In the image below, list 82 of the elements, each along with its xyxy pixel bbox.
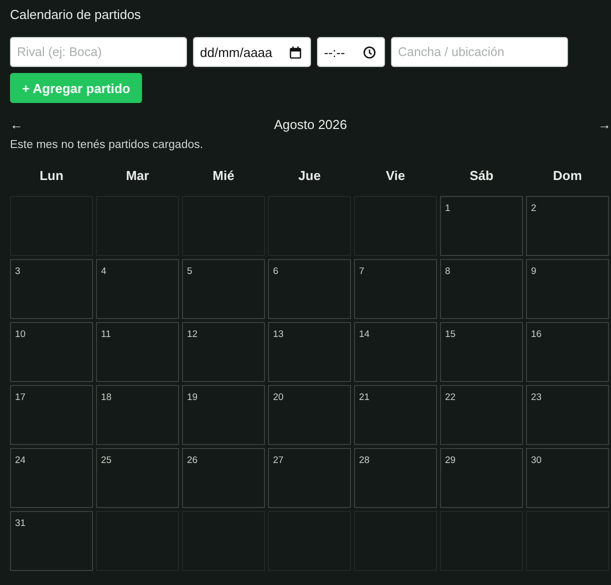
day-cell[interactable]: 9 xyxy=(526,259,609,319)
weekday-header: Jue xyxy=(297,167,322,185)
date-field[interactable]: dd/mm/aaaa xyxy=(193,37,311,67)
day-cell[interactable]: 12 xyxy=(182,322,265,382)
day-number: 27 xyxy=(273,455,284,466)
day-number: 21 xyxy=(359,392,370,403)
day-number: 20 xyxy=(273,392,284,403)
day-number: 10 xyxy=(15,329,26,340)
weekday-header: Dom xyxy=(552,167,583,185)
date-placeholder: dd/mm/aaaa xyxy=(200,44,274,60)
day-cell[interactable]: 13 xyxy=(268,322,351,382)
day-cell[interactable]: 16 xyxy=(526,322,609,382)
day-number: 29 xyxy=(445,455,456,466)
weekday-header: Sáb xyxy=(468,167,494,185)
day-cell[interactable]: 2 xyxy=(526,196,609,256)
day-cell[interactable]: 29 xyxy=(440,448,523,508)
day-cell[interactable]: 14 xyxy=(354,322,437,382)
weekday-header: Mar xyxy=(124,167,150,185)
day-number: 3 xyxy=(15,266,20,277)
day-cell[interactable]: 4 xyxy=(96,259,179,319)
day-cell[interactable]: 17 xyxy=(10,385,93,445)
day-cell[interactable]: 31 xyxy=(10,511,93,571)
day-number: 2 xyxy=(531,203,536,214)
day-number: 23 xyxy=(531,392,542,403)
day-number: 6 xyxy=(273,266,278,277)
day-cell[interactable]: 18 xyxy=(96,385,179,445)
day-number: 19 xyxy=(187,392,198,403)
page-title: Calendario de partidos xyxy=(10,6,142,24)
day-cell[interactable]: 25 xyxy=(96,448,179,508)
day-cell[interactable]: 22 xyxy=(440,385,523,445)
text-field[interactable]: Rival (ej: Boca) xyxy=(10,37,187,67)
day-number: 7 xyxy=(359,266,364,277)
day-cell[interactable]: 3 xyxy=(10,259,93,319)
day-cell[interactable]: 7 xyxy=(354,259,437,319)
empty-message: Este mes no tenés partidos cargados. xyxy=(10,139,204,151)
time-field[interactable]: --:-- xyxy=(317,37,385,67)
day-number: 8 xyxy=(445,266,450,277)
day-cell[interactable]: 26 xyxy=(182,448,265,508)
day-number: 26 xyxy=(187,455,198,466)
weekday-header: Vie xyxy=(384,167,406,185)
day-number: 15 xyxy=(445,329,456,340)
day-number: 16 xyxy=(531,329,542,340)
day-cell[interactable]: 5 xyxy=(182,259,265,319)
calendar-icon[interactable] xyxy=(289,46,302,58)
day-cell[interactable]: 24 xyxy=(10,448,93,508)
day-number: 25 xyxy=(101,455,112,466)
day-cell[interactable]: 20 xyxy=(268,385,351,445)
day-cell[interactable]: 10 xyxy=(10,322,93,382)
day-number: 4 xyxy=(101,266,106,277)
clock-icon[interactable] xyxy=(363,46,376,58)
day-number: 12 xyxy=(187,329,198,340)
day-number: 13 xyxy=(273,329,284,340)
month-title: Agosto 2026 xyxy=(274,117,347,133)
day-cell[interactable]: 6 xyxy=(268,259,351,319)
day-number: 1 xyxy=(445,203,450,214)
day-number: 18 xyxy=(101,392,112,403)
day-cell[interactable]: 27 xyxy=(268,448,351,508)
day-number: 31 xyxy=(15,518,26,529)
day-number: 14 xyxy=(359,329,370,340)
day-number: 17 xyxy=(15,392,26,403)
day-cell[interactable]: 11 xyxy=(96,322,179,382)
day-cell[interactable]: 28 xyxy=(354,448,437,508)
day-number: 9 xyxy=(531,266,536,277)
day-number: 24 xyxy=(15,455,26,466)
day-cell[interactable]: 19 xyxy=(182,385,265,445)
day-cell[interactable]: 8 xyxy=(440,259,523,319)
day-cell[interactable]: 30 xyxy=(526,448,609,508)
weekday-header: Mié xyxy=(212,167,236,185)
next-month-button[interactable]: → xyxy=(598,117,611,133)
weekday-header: Lun xyxy=(38,167,64,185)
day-cell[interactable]: 21 xyxy=(354,385,437,445)
day-number: 22 xyxy=(445,392,456,403)
day-number: 28 xyxy=(359,455,370,466)
day-number: 30 xyxy=(531,455,542,466)
day-number: 5 xyxy=(187,266,192,277)
time-placeholder: --:-- xyxy=(324,44,346,60)
previous-month-button[interactable]: ← xyxy=(10,117,23,133)
day-number: 11 xyxy=(101,329,111,340)
day-cell[interactable]: 23 xyxy=(526,385,609,445)
day-cell[interactable]: 15 xyxy=(440,322,523,382)
day-cell[interactable]: 1 xyxy=(440,196,523,256)
text-field[interactable]: Cancha / ubicación xyxy=(391,37,568,67)
